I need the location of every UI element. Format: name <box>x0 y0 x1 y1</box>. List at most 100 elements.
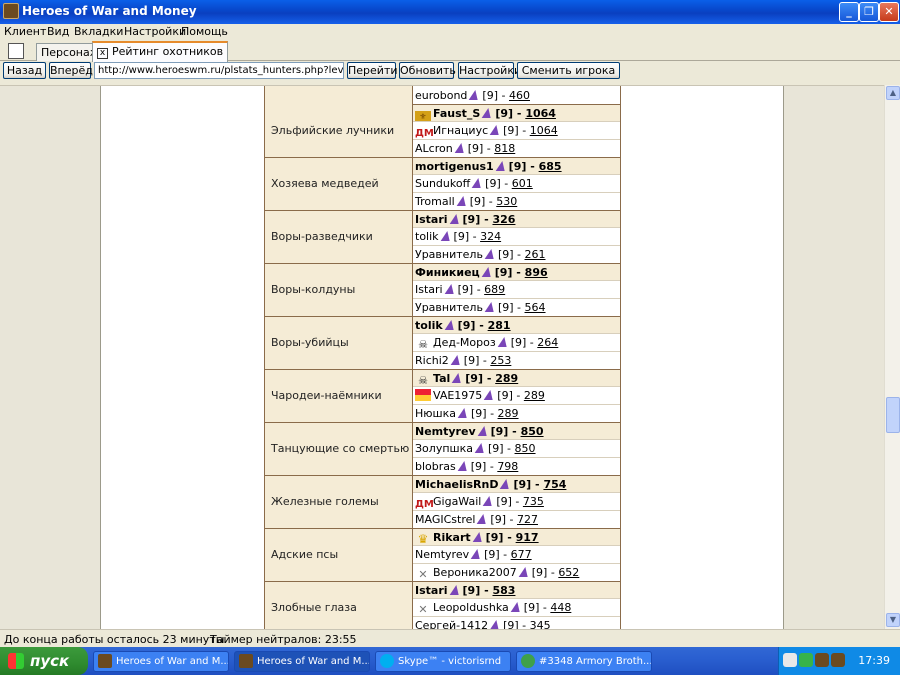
score-link[interactable]: 798 <box>497 460 518 473</box>
player-link[interactable]: Sundukoff <box>415 177 470 190</box>
score-link[interactable]: 689 <box>484 283 505 296</box>
cross-icon[interactable]: ✕ <box>415 568 431 581</box>
player-link[interactable]: Уравнитель <box>415 301 483 314</box>
skull-icon[interactable]: ☠ <box>415 375 431 387</box>
minimize-button[interactable]: _ <box>839 2 859 22</box>
score-link[interactable]: 264 <box>537 336 558 349</box>
player-link[interactable]: Финикиец <box>415 266 480 279</box>
skull-icon[interactable]: ☠ <box>415 339 431 351</box>
tab-close-icon[interactable]: x <box>97 48 108 59</box>
player-link[interactable]: tolik <box>415 230 439 243</box>
tray-hwm-icon[interactable] <box>815 653 829 667</box>
player-link[interactable]: mortigenus1 <box>415 160 494 173</box>
player-link[interactable]: Tal <box>433 372 450 385</box>
forward-button[interactable]: Вперёд <box>49 62 93 79</box>
player-link[interactable]: Вероника2007 <box>433 566 517 579</box>
player-link[interactable]: tolik <box>415 319 443 332</box>
player-link[interactable]: blobras <box>415 460 456 473</box>
score-link[interactable]: 601 <box>512 177 533 190</box>
score-link[interactable]: 345 <box>530 619 551 629</box>
player-link[interactable]: Уравнитель <box>415 248 483 261</box>
player-link[interactable]: VAE1975 <box>433 389 482 402</box>
score-link[interactable]: 652 <box>558 566 579 579</box>
taskbar-item-skype[interactable]: Skype™ - victorisrnd <box>375 651 511 672</box>
crown-icon[interactable]: ♛ <box>415 533 431 545</box>
guild-icon[interactable]: ⚜ <box>415 111 431 122</box>
tab-hunter-rating[interactable]: x Рейтинг охотников <box>92 41 229 62</box>
score-link[interactable]: 289 <box>495 372 518 385</box>
player-link[interactable]: Nemtyrev <box>415 548 469 561</box>
scroll-up-icon[interactable]: ▲ <box>886 86 900 100</box>
score-link[interactable]: 727 <box>517 513 538 526</box>
switch-player-button[interactable]: Сменить игрока <box>517 62 620 79</box>
player-link[interactable]: Faust_S <box>433 107 480 120</box>
close-button[interactable]: ✕ <box>879 2 899 22</box>
score-link[interactable]: 685 <box>539 160 562 173</box>
player-link[interactable]: Leopoldushka <box>433 601 509 614</box>
score-link[interactable]: 735 <box>523 495 544 508</box>
score-link[interactable]: 253 <box>490 354 511 367</box>
flag-icon[interactable] <box>415 389 431 402</box>
tray-arrow-icon[interactable] <box>783 653 797 667</box>
menu-settings[interactable]: Настройки <box>124 25 186 38</box>
score-link[interactable]: 677 <box>511 548 532 561</box>
score-link[interactable]: 460 <box>509 89 530 102</box>
score-link[interactable]: 289 <box>524 389 545 402</box>
dm-icon[interactable]: ДМ <box>415 128 434 138</box>
taskbar-item-armory[interactable]: #3348 Armory Broth... <box>516 651 652 672</box>
score-link[interactable]: 324 <box>480 230 501 243</box>
maximize-button[interactable]: ❐ <box>859 2 879 22</box>
player-link[interactable]: Istari <box>415 283 443 296</box>
score-link[interactable]: 850 <box>521 425 544 438</box>
player-link[interactable]: Istari <box>415 213 448 226</box>
dm-icon[interactable]: ДМ <box>415 499 434 509</box>
score-link[interactable]: 289 <box>498 407 519 420</box>
taskbar-item-hwm-1[interactable]: Heroes of War and M... <box>93 651 229 672</box>
player-link[interactable]: MAGICstrel <box>415 513 475 526</box>
score-link[interactable]: 583 <box>492 584 515 597</box>
tray-hwm-icon-2[interactable] <box>831 653 845 667</box>
score-link[interactable]: 530 <box>496 195 517 208</box>
score-link[interactable]: 818 <box>494 142 515 155</box>
back-button[interactable]: Назад <box>3 62 46 79</box>
menu-help[interactable]: Помощь <box>181 25 228 38</box>
settings-button[interactable]: Настройки <box>458 62 521 79</box>
taskbar-item-hwm-2[interactable]: Heroes of War and M... <box>234 651 370 672</box>
refresh-button[interactable]: Обновить <box>399 62 456 79</box>
menu-tabs[interactable]: Вкладки <box>74 25 123 38</box>
player-link[interactable]: Нюшка <box>415 407 456 420</box>
go-button[interactable]: Перейти <box>347 62 398 79</box>
score-link[interactable]: 564 <box>525 301 546 314</box>
score-link[interactable]: 448 <box>550 601 571 614</box>
player-link[interactable]: ALcron <box>415 142 453 155</box>
player-link[interactable]: MichaelisRnD <box>415 478 498 491</box>
score-link[interactable]: 850 <box>515 442 536 455</box>
cross-icon[interactable]: ✕ <box>415 604 431 616</box>
player-link[interactable]: Nemtyrev <box>415 425 476 438</box>
player-link[interactable]: Tromall <box>415 195 455 208</box>
scroll-thumb[interactable] <box>886 397 900 433</box>
scroll-down-icon[interactable]: ▼ <box>886 613 900 627</box>
score-link[interactable]: 754 <box>543 478 566 491</box>
menu-client[interactable]: Клиент <box>4 25 46 38</box>
score-link[interactable]: 917 <box>516 531 539 544</box>
player-link[interactable]: Rikart <box>433 531 471 544</box>
tray-network-icon[interactable] <box>799 653 813 667</box>
player-link[interactable]: Istari <box>415 584 448 597</box>
score-link[interactable]: 261 <box>525 248 546 261</box>
score-link[interactable]: 326 <box>492 213 515 226</box>
start-button[interactable]: пуск <box>0 647 88 675</box>
player-link[interactable]: Дед-Мороз <box>433 336 496 349</box>
player-link[interactable]: Сергей-1412 <box>415 619 488 629</box>
player-link[interactable]: GigaWail <box>433 495 481 508</box>
new-tab-icon[interactable] <box>8 43 24 59</box>
player-link[interactable]: eurobond <box>415 89 467 102</box>
score-link[interactable]: 896 <box>525 266 548 279</box>
player-link[interactable]: Richi2 <box>415 354 449 367</box>
player-link[interactable]: Золупшка <box>415 442 473 455</box>
score-link[interactable]: 1064 <box>525 107 556 120</box>
vertical-scrollbar[interactable]: ▲ ▼ <box>884 85 900 629</box>
score-link[interactable]: 281 <box>488 319 511 332</box>
score-link[interactable]: 1064 <box>530 124 558 137</box>
menu-view[interactable]: Вид <box>47 25 69 38</box>
